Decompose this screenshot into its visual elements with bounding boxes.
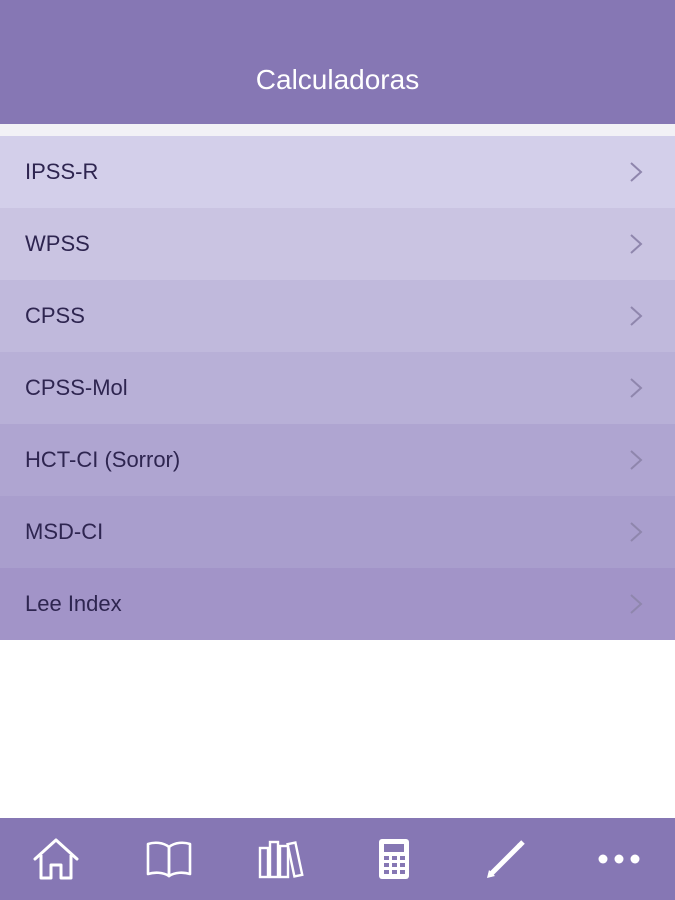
home-icon: [33, 838, 79, 880]
chevron-right-icon: [630, 450, 643, 470]
tab-notes[interactable]: [450, 818, 563, 900]
chevron-right-icon: [630, 306, 643, 326]
list-item-msd-ci[interactable]: MSD-CI: [0, 496, 675, 568]
list-item-cpss-mol[interactable]: CPSS-Mol: [0, 352, 675, 424]
book-icon: [146, 841, 192, 878]
tab-library[interactable]: [225, 818, 338, 900]
list-item-label: IPSS-R: [25, 159, 99, 184]
chevron-right-icon: [630, 162, 643, 182]
list-item-label: HCT-CI (Sorror): [25, 447, 181, 472]
list-item-label: MSD-CI: [25, 519, 104, 544]
list-item-wpss[interactable]: WPSS: [0, 208, 675, 280]
list-item-label: CPSS-Mol: [25, 375, 128, 400]
tab-calculator[interactable]: [338, 818, 451, 900]
bottom-tab-bar: [0, 818, 675, 900]
page-title: Calculadoras: [255, 64, 420, 95]
tab-home[interactable]: [0, 818, 113, 900]
list-item-ipss-r[interactable]: IPSS-R: [0, 136, 675, 208]
list-item-cpss[interactable]: CPSS: [0, 280, 675, 352]
calculator-icon: [378, 839, 409, 879]
list-item-label: WPSS: [25, 231, 90, 256]
chevron-right-icon: [630, 594, 643, 614]
chevron-right-icon: [630, 378, 643, 398]
header-bar: Calculadoras: [0, 0, 675, 124]
pencil-icon: [487, 840, 526, 878]
chevron-right-icon: [630, 234, 643, 254]
chevron-right-icon: [630, 522, 643, 542]
list-item-lee-index[interactable]: Lee Index: [0, 568, 675, 640]
list-item-label: CPSS: [25, 303, 85, 328]
calculator-list: IPSS-R WPSS CPSS CPSS-Mol HCT-CI (Sorror…: [0, 136, 675, 640]
library-icon: [259, 840, 304, 879]
tab-more[interactable]: [563, 818, 675, 900]
list-item-hct-ci-sorror[interactable]: HCT-CI (Sorror): [0, 424, 675, 496]
more-icon: [598, 854, 640, 864]
tab-book[interactable]: [113, 818, 226, 900]
list-item-label: Lee Index: [25, 591, 122, 616]
header-divider: [0, 124, 675, 136]
